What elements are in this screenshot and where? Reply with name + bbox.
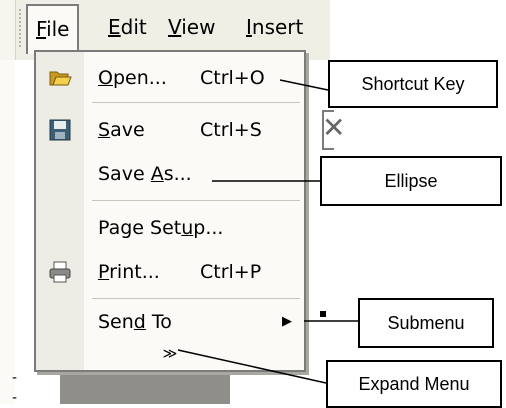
callout-expand-menu: Expand Menu	[326, 360, 502, 408]
callout-ellipse: Ellipse	[320, 156, 502, 206]
leader-line-expand-menu	[177, 349, 327, 384]
callout-shortcut-key: Shortcut Key	[328, 60, 498, 108]
leader-line-shortcut-key	[279, 79, 329, 91]
callout-submenu: Submenu	[358, 298, 494, 348]
